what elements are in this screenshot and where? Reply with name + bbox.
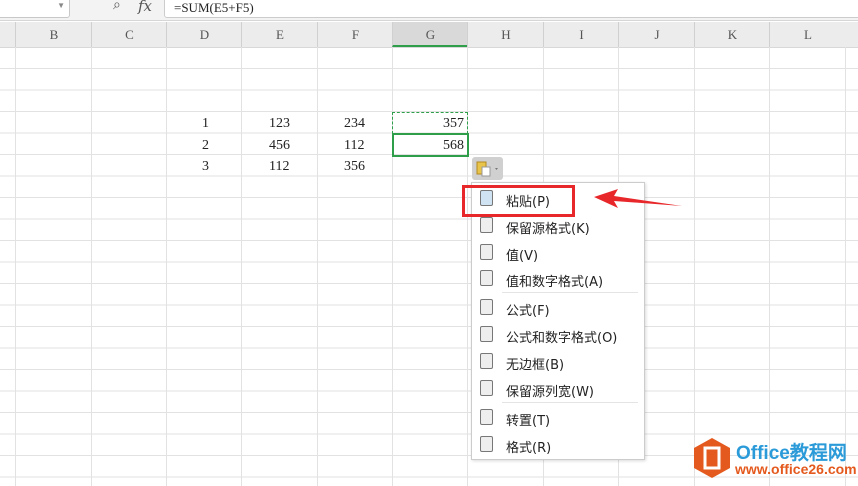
values-icon: [480, 244, 493, 260]
cell-f2[interactable]: 112: [344, 135, 364, 156]
paste-icon: [476, 161, 498, 177]
formula-bar: ▼ ⌕ fx =SUM(E5+F5): [0, 0, 858, 21]
chevron-down-icon[interactable]: ▼: [57, 1, 65, 10]
grid-line: [694, 47, 695, 486]
cell-f3[interactable]: 356: [344, 156, 365, 177]
cell-e1[interactable]: 123: [269, 113, 290, 134]
cell-d2[interactable]: 2: [202, 135, 209, 156]
column-header-h[interactable]: H: [467, 22, 544, 47]
copy-marquee: [392, 112, 468, 134]
column-header-d[interactable]: D: [166, 22, 242, 47]
paste-options-button[interactable]: [472, 157, 503, 180]
format-icon: [480, 436, 493, 452]
formula-icon: [480, 299, 493, 315]
column-header-e[interactable]: E: [241, 22, 318, 47]
keep-source-format-icon: [480, 217, 493, 233]
menu-item[interactable]: 值和数字格式(A): [472, 266, 644, 292]
grid-line: [91, 47, 92, 486]
formula-text: =SUM(E5+F5): [174, 0, 254, 15]
menu-item[interactable]: 保留源列宽(W): [472, 376, 644, 402]
grid-line: [15, 47, 16, 486]
formula-input[interactable]: =SUM(E5+F5): [164, 0, 858, 18]
cell-e3[interactable]: 112: [269, 156, 289, 177]
values-number-format-icon: [480, 270, 493, 286]
menu-item-label: 格式(R): [506, 441, 552, 456]
menu-item-label: 公式(F): [506, 304, 550, 319]
column-header-b[interactable]: B: [15, 22, 92, 47]
menu-item-label: 转置(T): [506, 414, 551, 429]
cell-g3[interactable]: [392, 156, 464, 177]
column-header-i[interactable]: I: [543, 22, 619, 47]
paste-options-menu: 粘贴(P) 保留源格式(K) 值(V) 值和数字格式(A) 公式(F) 公式和数字格式(O…: [471, 182, 645, 460]
column-header-k[interactable]: K: [694, 22, 770, 47]
menu-item[interactable]: 值(V): [472, 240, 644, 266]
formula-number-format-icon: [480, 326, 493, 342]
fx-icon[interactable]: fx: [138, 0, 152, 15]
menu-item[interactable]: 公式(F): [472, 295, 644, 321]
menu-item-label: 无边框(B): [506, 358, 565, 373]
menu-item-label: 公式和数字格式(O): [506, 331, 618, 346]
highlight-box: [462, 185, 575, 217]
menu-item-label: 保留源格式(K): [506, 222, 590, 237]
grid-line: [769, 47, 770, 486]
office-logo-icon: [694, 438, 730, 478]
arrow-annotation: [594, 189, 682, 208]
cell-d1[interactable]: 1: [202, 113, 209, 134]
menu-item[interactable]: 格式(R): [472, 432, 644, 458]
menu-item[interactable]: 公式和数字格式(O): [472, 322, 644, 348]
menu-item[interactable]: 转置(T): [472, 405, 644, 431]
no-border-icon: [480, 353, 493, 369]
cell-e2[interactable]: 456: [269, 135, 290, 156]
column-header-g[interactable]: G: [392, 22, 468, 47]
column-header-c[interactable]: C: [91, 22, 167, 47]
menu-divider: [502, 292, 638, 293]
column-headers: BCDEFGHIJKL: [0, 22, 858, 48]
grid-line: [241, 47, 242, 486]
menu-item[interactable]: 无边框(B): [472, 349, 644, 375]
active-cell: [392, 133, 469, 157]
zoom-icon[interactable]: ⌕: [113, 0, 121, 13]
grid-line: [845, 47, 846, 486]
watermark-url: www.office26.com: [735, 461, 857, 477]
transpose-icon: [480, 409, 493, 425]
menu-item-label: 值(V): [506, 249, 539, 264]
cell-f1[interactable]: 234: [344, 113, 365, 134]
column-header-j[interactable]: J: [618, 22, 695, 47]
menu-item-label: 值和数字格式(A): [506, 275, 604, 290]
menu-item-label: 保留源列宽(W): [506, 385, 594, 400]
menu-divider: [502, 402, 638, 403]
column-header-l[interactable]: L: [769, 22, 846, 47]
grid-line: [317, 47, 318, 486]
name-box[interactable]: ▼: [0, 0, 70, 18]
cell-d3[interactable]: 3: [202, 156, 209, 177]
column-header-f[interactable]: F: [317, 22, 393, 47]
grid-line: [166, 47, 167, 486]
keep-column-width-icon: [480, 380, 493, 396]
